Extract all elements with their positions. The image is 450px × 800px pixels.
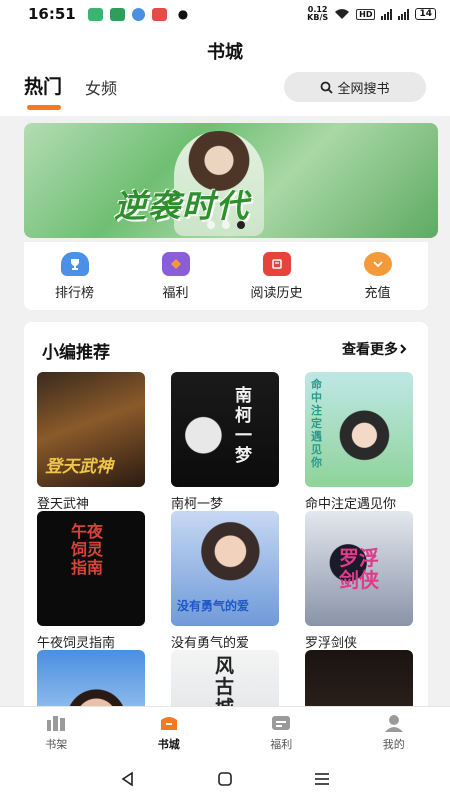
message-notification-icon xyxy=(109,7,125,21)
book-cover xyxy=(37,650,145,712)
book-title: 没有勇气的爱 xyxy=(171,636,250,651)
chevron-right-icon xyxy=(400,344,407,354)
home-icon[interactable] xyxy=(217,771,233,787)
book-card[interactable]: 登天武神 登天武神 xyxy=(37,372,145,512)
book-cover: 罗浮剑侠 xyxy=(305,511,413,626)
book-card[interactable]: 命中注定遇见你 命中注定遇见你 xyxy=(305,372,413,512)
tab-hot[interactable]: 热门 xyxy=(24,72,62,99)
book-card[interactable] xyxy=(37,650,145,712)
status-bar: 16:51 ● 0.12 KB/S HD 14 xyxy=(0,0,450,28)
nav-welfare[interactable]: 福利 xyxy=(225,707,338,758)
cover-title: 命中注定遇见你 xyxy=(311,378,322,469)
reading-history-label: 阅读历史 xyxy=(250,285,303,301)
book-cover xyxy=(305,650,413,712)
cover-title: 罗浮剑侠 xyxy=(339,546,379,592)
history-icon xyxy=(262,251,291,276)
book-title: 罗浮剑侠 xyxy=(305,636,358,651)
editor-recommend-section: 小编推荐 查看更多 登天武神 登天武神 南柯一梦 南柯一梦 命中注定遇见你 命中… xyxy=(24,322,428,712)
signal-icon xyxy=(381,8,393,20)
nav-profile[interactable]: 我的 xyxy=(338,707,450,758)
banner-dot[interactable] xyxy=(222,221,230,229)
book-cover: 命中注定遇见你 xyxy=(305,372,413,487)
bottom-nav: 书架 书城 福利 我的 xyxy=(0,706,450,758)
tab-female[interactable]: 女频 xyxy=(85,75,117,99)
cover-title: 登天武神 xyxy=(45,457,113,477)
book-cover: 没有勇气的爱 xyxy=(171,511,279,626)
cover-title: 风古城 xyxy=(215,655,235,713)
top-bar: 书城 热门 女频 全网搜书 xyxy=(0,28,450,116)
welfare-entry[interactable]: 福利 xyxy=(125,242,226,310)
search-icon xyxy=(321,81,334,94)
nav-bookshelf[interactable]: 书架 xyxy=(0,707,113,758)
menu-icon[interactable] xyxy=(314,771,330,787)
reading-history-entry[interactable]: 阅读历史 xyxy=(226,242,327,310)
cover-title: 南柯一梦 xyxy=(235,386,252,466)
book-card[interactable] xyxy=(305,650,413,712)
book-card[interactable]: 风古城 xyxy=(171,650,279,712)
gift-icon xyxy=(161,251,190,276)
book-title: 午夜饲灵指南 xyxy=(37,636,116,651)
battery-indicator: 14 xyxy=(415,8,436,20)
back-icon[interactable] xyxy=(120,771,136,787)
recharge-label: 充值 xyxy=(364,285,391,301)
book-cover: 登天武神 xyxy=(37,372,145,487)
bookstore-icon xyxy=(160,716,177,730)
status-indicators: 0.12 KB/S HD 14 xyxy=(307,6,436,22)
welfare-label: 福利 xyxy=(162,285,189,301)
ranking-label: 排行榜 xyxy=(54,285,94,301)
banner-dot[interactable] xyxy=(207,221,215,229)
book-title: 登天武神 xyxy=(37,497,90,512)
quick-entry-panel: 排行榜 福利 阅读历史 充值 xyxy=(24,242,428,310)
page-title: 书城 xyxy=(207,42,243,63)
network-speed: 0.12 KB/S xyxy=(307,6,328,22)
book-cover: 午夜饲灵指南 xyxy=(37,511,145,626)
cover-title: 没有勇气的爱 xyxy=(177,599,250,613)
more-notifications-dot-icon: ● xyxy=(177,7,189,21)
search-button-label: 全网搜书 xyxy=(337,81,390,97)
network-speed-unit: KB/S xyxy=(307,13,329,22)
book-cover: 南柯一梦 xyxy=(171,372,279,487)
mail-notification-icon xyxy=(151,7,167,21)
book-cover: 风古城 xyxy=(171,650,279,712)
book-title: 命中注定遇见你 xyxy=(305,497,397,512)
ranking-entry[interactable]: 排行榜 xyxy=(24,242,125,310)
banner-dot-active[interactable] xyxy=(237,221,245,229)
nav-bookstore-label: 书城 xyxy=(157,737,180,751)
book-card[interactable]: 罗浮剑侠 罗浮剑侠 xyxy=(305,511,413,651)
section-title: 小编推荐 xyxy=(42,343,110,363)
trophy-icon xyxy=(60,251,89,276)
recharge-entry[interactable]: 充值 xyxy=(327,242,428,310)
signal-icon-2 xyxy=(398,8,410,20)
status-time: 16:51 xyxy=(28,5,76,23)
book-card[interactable]: 午夜饲灵指南 午夜饲灵指南 xyxy=(37,511,145,651)
recharge-icon xyxy=(363,251,392,276)
nav-profile-label: 我的 xyxy=(382,737,405,751)
qq-notification-icon xyxy=(131,7,145,21)
book-card[interactable]: 没有勇气的爱 没有勇气的爱 xyxy=(171,511,279,651)
active-tab-indicator xyxy=(27,105,61,110)
hd-badge: HD xyxy=(356,8,376,20)
search-button[interactable]: 全网搜书 xyxy=(284,72,426,102)
book-card[interactable]: 南柯一梦 南柯一梦 xyxy=(171,372,279,512)
book-title: 南柯一梦 xyxy=(171,497,224,512)
banner-pagination xyxy=(207,221,245,229)
phone-notification-icon xyxy=(87,7,103,21)
see-more-link[interactable]: 查看更多 xyxy=(342,339,408,359)
nav-bookstore[interactable]: 书城 xyxy=(113,707,226,758)
bookshelf-icon xyxy=(47,715,66,731)
profile-icon xyxy=(384,714,403,732)
cover-title: 午夜饲灵指南 xyxy=(71,522,104,577)
see-more-label: 查看更多 xyxy=(342,342,398,358)
nav-welfare-label: 福利 xyxy=(270,737,293,751)
welfare-nav-icon xyxy=(272,715,291,730)
wifi-icon xyxy=(335,9,350,19)
nav-bookshelf-label: 书架 xyxy=(45,737,68,751)
system-nav-bar xyxy=(0,758,450,800)
